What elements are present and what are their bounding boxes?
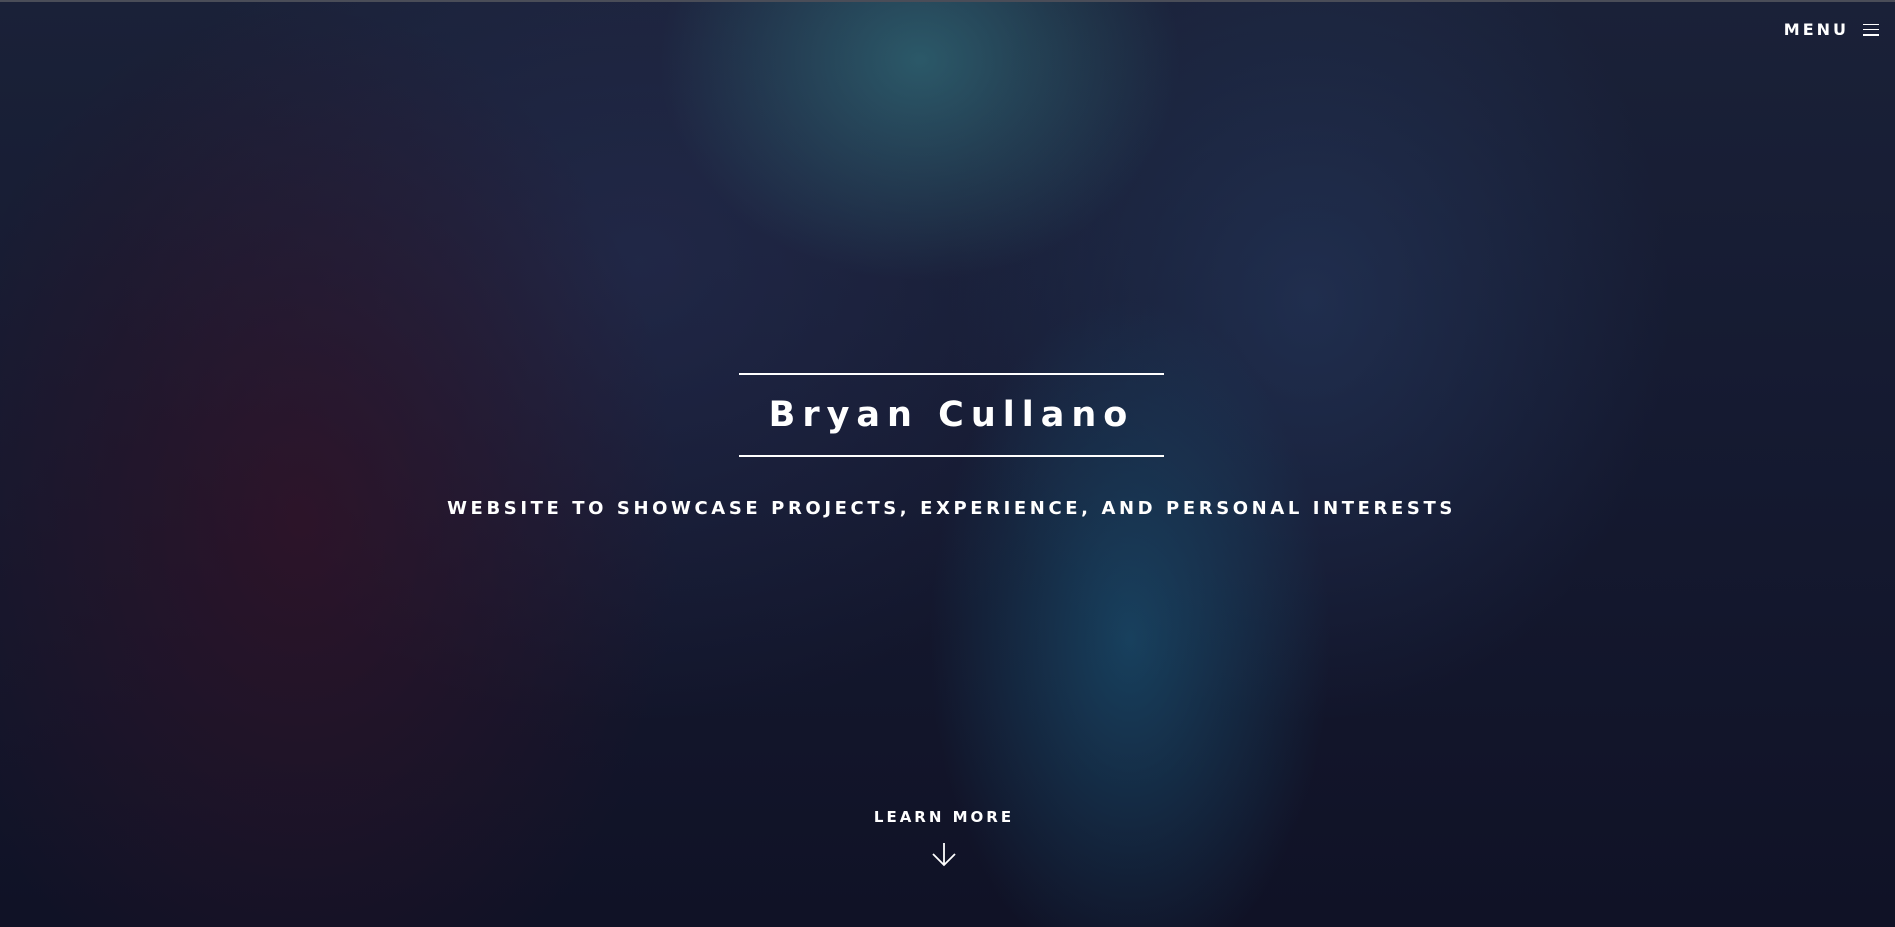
learn-more-label: LEARN MORE [873, 808, 1015, 826]
site-title-box: Bryan Cullano [739, 373, 1164, 457]
window-top-border [0, 0, 1895, 2]
site-subtitle: WEBSITE TO SHOWCASE PROJECTS, EXPERIENCE… [447, 498, 1456, 519]
arrow-down-icon[interactable] [930, 840, 958, 868]
site-title: Bryan Cullano [768, 395, 1135, 435]
hamburger-icon[interactable] [1863, 23, 1879, 36]
menu-button[interactable]: MENU [1784, 20, 1879, 39]
menu-label: MENU [1783, 20, 1849, 39]
learn-more-link[interactable]: LEARN MORE [847, 808, 1041, 880]
hero-page: MENU Bryan Cullano WEBSITE TO SHOWCASE P… [0, 0, 1895, 927]
